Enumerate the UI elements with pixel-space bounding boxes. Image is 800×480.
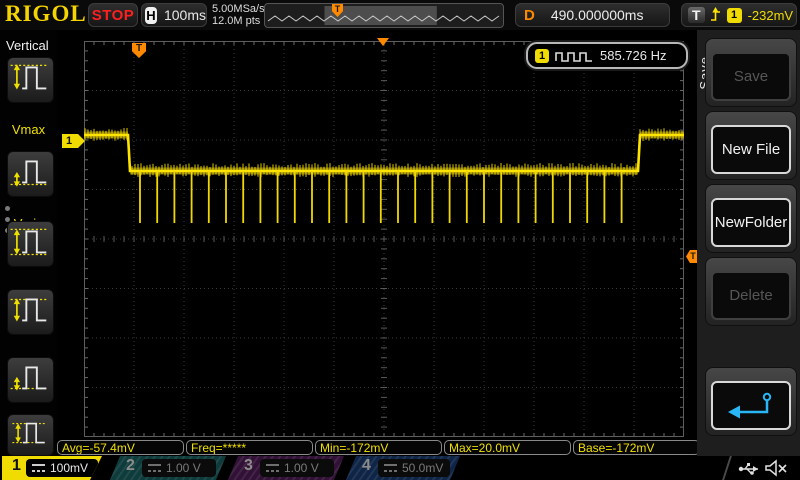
timebase-value: 100ms xyxy=(163,7,206,23)
memory-position-bar: T xyxy=(264,3,504,28)
vpp-icon xyxy=(10,228,49,256)
run-stop-label: STOP xyxy=(91,6,135,24)
channel-3-strip[interactable]: 3 1.00 V xyxy=(228,456,344,480)
square-wave-icon xyxy=(555,51,592,62)
vbase-button[interactable] xyxy=(7,357,54,403)
trigger-source-badge: 1 xyxy=(726,7,742,23)
measurement-base: Base=-172mV xyxy=(573,440,700,455)
channel-2-number: 2 xyxy=(126,457,135,474)
delay-value: 490.000000ms xyxy=(550,7,644,23)
channel-4-number: 4 xyxy=(362,457,371,474)
vmin-button[interactable] xyxy=(7,151,54,197)
ch1-ground-marker: 1 xyxy=(62,134,85,148)
save-menu-panel: Save Save New File NewFolder Delete xyxy=(697,30,800,456)
dc-coupling-icon xyxy=(32,464,45,472)
save-button[interactable]: Save xyxy=(705,38,797,107)
memory-waveform-thumbnail xyxy=(267,6,500,25)
h-badge: H xyxy=(145,6,157,24)
measurement-avg: Avg=-57.4mV xyxy=(57,440,184,455)
channel-1-number: 1 xyxy=(12,457,21,474)
vtop-button[interactable] xyxy=(7,289,54,335)
channel-1-strip[interactable]: 1 100mV xyxy=(2,456,102,480)
ch1-waveform-trace xyxy=(84,128,684,223)
memory-depth: 12.0M pts xyxy=(212,15,261,27)
channel-4-strip[interactable]: 4 50.0mV xyxy=(346,456,460,480)
trigger-level-value: -232mV xyxy=(747,7,794,23)
trigger-readout: T 1 -232mV xyxy=(681,3,797,27)
vbase-icon xyxy=(10,366,49,391)
counter-source-badge: 1 xyxy=(535,48,549,63)
trigger-slope-icon xyxy=(710,7,720,21)
menu-title: Vertical xyxy=(6,38,49,53)
acquisition-readout: 5.00MSa/s 12.0M pts xyxy=(212,3,265,27)
vtop-icon xyxy=(10,298,49,322)
vamp-button[interactable] xyxy=(7,414,54,456)
delay-readout: D 490.000000ms xyxy=(515,3,670,27)
channel-1-scale: 100mV xyxy=(50,461,89,475)
vertical-measure-menu: Vertical Vmax Vmin Vpp xyxy=(0,30,57,469)
vpp-button[interactable] xyxy=(7,221,54,267)
new-folder-button-label: NewFolder xyxy=(711,198,791,247)
channel-4-scale: 50.0mV xyxy=(402,461,444,475)
horizontal-timebase-control[interactable]: H 100ms xyxy=(141,3,207,27)
channel-2-strip[interactable]: 2 1.00 V xyxy=(110,456,226,480)
measurement-freq: Freq=***** xyxy=(186,440,313,455)
new-folder-button[interactable]: NewFolder xyxy=(705,184,797,253)
channel-status-bar: 1 100mV 2 1.00 V 3 1.00 V 4 50.0mV xyxy=(0,456,800,480)
delay-badge: D xyxy=(524,6,535,24)
rigol-logo: RIGOL xyxy=(5,1,87,26)
trigger-badge: T xyxy=(688,7,705,23)
save-button-label: Save xyxy=(711,52,791,101)
new-file-button-label: New File xyxy=(711,125,791,174)
vamp-icon xyxy=(12,422,47,444)
dc-coupling-icon xyxy=(148,464,161,472)
run-stop-button[interactable]: STOP xyxy=(88,3,138,27)
delete-button[interactable]: Delete xyxy=(705,257,797,326)
channel-3-number: 3 xyxy=(244,457,253,474)
channel-3-scale: 1.00 V xyxy=(284,461,319,475)
channel-2-scale: 1.00 V xyxy=(166,461,201,475)
dc-coupling-icon xyxy=(384,464,397,472)
back-button[interactable] xyxy=(705,367,797,436)
usb-icon xyxy=(738,463,758,475)
vmin-icon xyxy=(10,160,49,187)
vmax-icon xyxy=(10,64,49,90)
speaker-muted-icon xyxy=(765,459,787,477)
vmax-label: Vmax xyxy=(11,122,46,137)
sample-rate: 5.00MSa/s xyxy=(212,3,265,15)
top-status-bar: RIGOL STOP H 100ms 5.00MSa/s 12.0M pts T… xyxy=(0,0,800,30)
measurement-min: Min=-172mV xyxy=(315,440,442,455)
new-file-button[interactable]: New File xyxy=(705,111,797,180)
counter-frequency-value: 585.726 Hz xyxy=(600,48,667,63)
trigger-delay-indicator xyxy=(377,38,389,46)
return-arrow-icon xyxy=(728,392,772,418)
frequency-counter: 1 585.726 Hz xyxy=(526,42,688,69)
vmax-button[interactable] xyxy=(7,57,54,103)
measurement-max: Max=20.0mV xyxy=(444,440,571,455)
dc-coupling-icon xyxy=(266,464,279,472)
delete-button-label: Delete xyxy=(711,271,791,320)
